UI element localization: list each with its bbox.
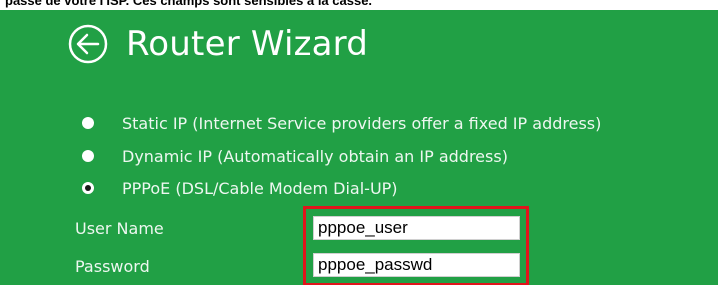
option-pppoe[interactable]: PPPoE (DSL/Cable Modem Dial-UP)	[82, 176, 398, 200]
arrow-left-circle-icon	[68, 24, 108, 64]
router-wizard-panel: Router Wizard Static IP (Internet Servic…	[0, 10, 718, 285]
screenshot-root: passe de votre I'ISP. Ces champs sont se…	[0, 0, 718, 285]
option-pppoe-label: PPPoE (DSL/Cable Modem Dial-UP)	[122, 178, 398, 198]
radio-static-ip[interactable]	[82, 117, 94, 129]
radio-dynamic-ip[interactable]	[82, 150, 94, 162]
password-input[interactable]	[313, 253, 520, 277]
radio-pppoe-selected[interactable]	[82, 182, 94, 194]
wizard-title: Router Wizard	[126, 24, 369, 64]
option-static-ip[interactable]: Static IP (Internet Service providers of…	[82, 111, 601, 135]
instruction-text: passe de votre I'ISP. Ces champs sont se…	[5, 0, 373, 8]
username-input[interactable]	[313, 216, 520, 240]
option-static-ip-label: Static IP (Internet Service providers of…	[122, 113, 602, 133]
back-button[interactable]	[68, 24, 108, 64]
password-label: Password	[75, 257, 150, 276]
option-dynamic-ip[interactable]: Dynamic IP (Automatically obtain an IP a…	[82, 144, 508, 168]
option-dynamic-ip-label: Dynamic IP (Automatically obtain an IP a…	[122, 146, 508, 166]
username-label: User Name	[75, 219, 164, 238]
